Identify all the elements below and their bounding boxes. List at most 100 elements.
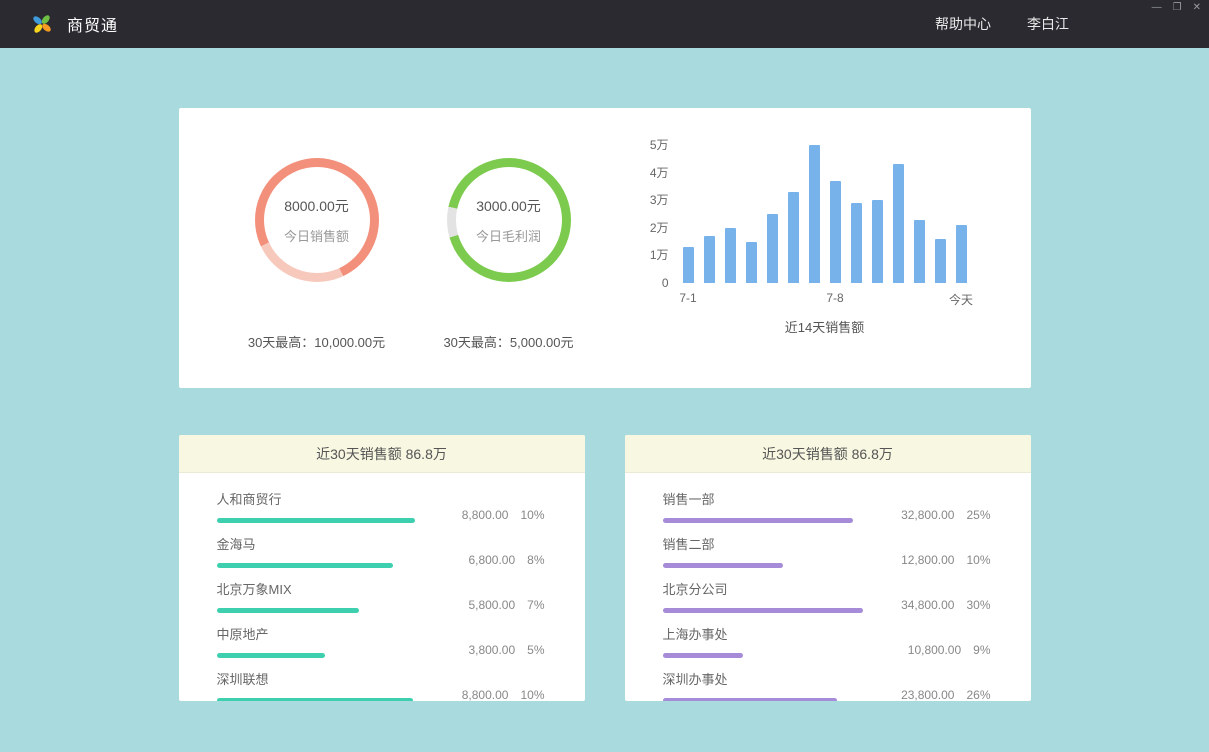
item-progress-bar: [217, 608, 417, 613]
bar: [725, 228, 736, 283]
item-amount: 8,800.00: [462, 508, 509, 522]
item-amount: 3,800.00: [468, 643, 515, 657]
item-name: 中原地产: [217, 624, 427, 643]
bar: [893, 164, 904, 283]
bar: [851, 203, 862, 283]
today-sales-donut-chart: 8000.00元 今日销售额: [255, 158, 379, 282]
list-item: 中原地产 3,800.00 5%: [217, 624, 545, 658]
item-name: 人和商贸行: [217, 489, 427, 508]
item-percent: 25%: [966, 508, 990, 522]
dashboard: 8000.00元 今日销售额 30天最高：10,000.00元 3000.00元…: [0, 108, 1209, 701]
departments-sales-panel: 近30天销售额 86.8万 销售一部32,800.0025%销售二部12,800…: [625, 435, 1031, 701]
item-progress-bar: [663, 518, 863, 523]
chart-x-axis: 7-17-8今天: [683, 283, 967, 305]
today-sales-value: 8000.00元: [284, 196, 349, 216]
item-amount: 12,800.00: [901, 553, 954, 567]
item-percent: 5%: [527, 643, 544, 657]
today-profit-block: 3000.00元 今日毛利润 30天最高：5,000.00元: [413, 108, 605, 388]
customers-sales-panel: 近30天销售额 86.8万 人和商贸行 8,800.00 10% 金海马 6,800.0…: [179, 435, 585, 701]
bar: [788, 192, 799, 283]
item-amount: 32,800.00: [901, 508, 954, 522]
item-progress-bar: [663, 563, 863, 568]
x-tick-label: 今天: [949, 291, 973, 308]
x-tick-label: 7-1: [679, 291, 696, 305]
minimize-icon[interactable]: —: [1152, 3, 1162, 13]
item-percent: 26%: [966, 688, 990, 701]
item-progress-bar: [663, 698, 863, 701]
item-name: 上海办事处: [663, 624, 873, 643]
item-amount: 6,800.00: [468, 553, 515, 567]
today-profit-donut-chart: 3000.00元 今日毛利润: [447, 158, 571, 282]
chart-title: 近14天销售额: [785, 317, 864, 336]
list-item: 销售一部32,800.0025%: [663, 489, 991, 523]
list-item: 北京分公司 34,800.00 30%: [663, 579, 991, 613]
help-center-link[interactable]: 帮助中心: [935, 14, 991, 34]
y-tick-label: 5万: [650, 138, 669, 152]
panel-list: 人和商贸行 8,800.00 10% 金海马 6,800.00 8% 北京万象MIX 5,80…: [179, 473, 585, 701]
item-percent: 10%: [520, 688, 544, 701]
bar: [956, 225, 967, 283]
item-percent: 7%: [527, 598, 544, 612]
item-progress-bar: [217, 653, 417, 658]
item-percent: 30%: [966, 598, 990, 612]
today-sales-block: 8000.00元 今日销售额 30天最高：10,000.00元: [221, 108, 413, 388]
list-item: 人和商贸行 8,800.00 10%: [217, 489, 545, 523]
item-name: 深圳办事处: [663, 669, 873, 688]
x-tick-label: 7-8: [826, 291, 843, 305]
item-amount: 8,800.00: [462, 688, 509, 701]
item-percent: 10%: [520, 508, 544, 522]
y-tick-label: 1万: [650, 248, 669, 262]
item-progress-bar: [217, 518, 417, 523]
item-name: 北京万象MIX: [217, 579, 427, 598]
item-progress-bar: [663, 653, 863, 658]
window-controls: — ❐ ✕: [1152, 3, 1201, 13]
bar: [872, 200, 883, 283]
item-amount: 23,800.00: [901, 688, 954, 701]
panel-list: 销售一部32,800.0025%销售二部12,800.0010%北京分公司34,…: [625, 473, 1031, 701]
y-tick-label: 3万: [650, 193, 669, 207]
item-name: 金海马: [217, 534, 427, 553]
y-tick-label: 2万: [650, 221, 669, 235]
brand: 商贸通: [30, 12, 118, 36]
list-item: 北京万象MIX 5,800.00 7%: [217, 579, 545, 613]
item-amount: 34,800.00: [901, 598, 954, 612]
item-name: 深圳联想: [217, 669, 427, 688]
item-progress-bar: [217, 563, 417, 568]
app-logo-icon: [30, 12, 54, 36]
item-name: 北京分公司: [663, 579, 873, 598]
maximize-icon[interactable]: ❐: [1173, 3, 1182, 13]
list-item: 上海办事处10,800.009%: [663, 624, 991, 658]
bar: [767, 214, 778, 283]
bar: [704, 236, 715, 283]
list-item: 金海马 6,800.00 8%: [217, 534, 545, 568]
item-percent: 10%: [966, 553, 990, 567]
item-name: 销售二部: [663, 534, 873, 553]
y-tick-label: 0: [662, 276, 669, 290]
sales-14day-bar-chart: 5万4万3万2万1万0 7-17-8今天 近14天销售额: [605, 145, 1003, 388]
bar: [809, 145, 820, 283]
username[interactable]: 李白江: [1027, 14, 1069, 34]
bar: [935, 239, 946, 283]
chart-bars: [683, 145, 967, 283]
bar: [914, 220, 925, 283]
item-percent: 8%: [527, 553, 544, 567]
panel-title: 近30天销售额 86.8万: [179, 435, 585, 473]
item-progress-bar: [663, 608, 863, 613]
y-tick-label: 4万: [650, 166, 669, 180]
titlebar: — ❐ ✕ 商贸通 帮助中心 李白江: [0, 0, 1209, 48]
app-title: 商贸通: [67, 12, 118, 36]
panel-title: 近30天销售额 86.8万: [625, 435, 1031, 473]
list-item: 深圳办事处 23,800.00 26%: [663, 669, 991, 701]
chart-y-axis: 5万4万3万2万1万0: [641, 145, 669, 283]
close-icon[interactable]: ✕: [1193, 3, 1201, 13]
today-profit-label: 今日毛利润: [476, 226, 541, 245]
item-amount: 5,800.00: [468, 598, 515, 612]
profit-30day-max: 30天最高：5,000.00元: [443, 332, 573, 351]
bar: [830, 181, 841, 283]
today-sales-label: 今日销售额: [284, 226, 349, 245]
sales-30day-max: 30天最高：10,000.00元: [248, 332, 385, 351]
item-progress-bar: [217, 698, 417, 701]
list-item: 销售二部 12,800.00 10%: [663, 534, 991, 568]
list-item: 深圳联想 8,800.00 10%: [217, 669, 545, 701]
bar: [683, 247, 694, 283]
